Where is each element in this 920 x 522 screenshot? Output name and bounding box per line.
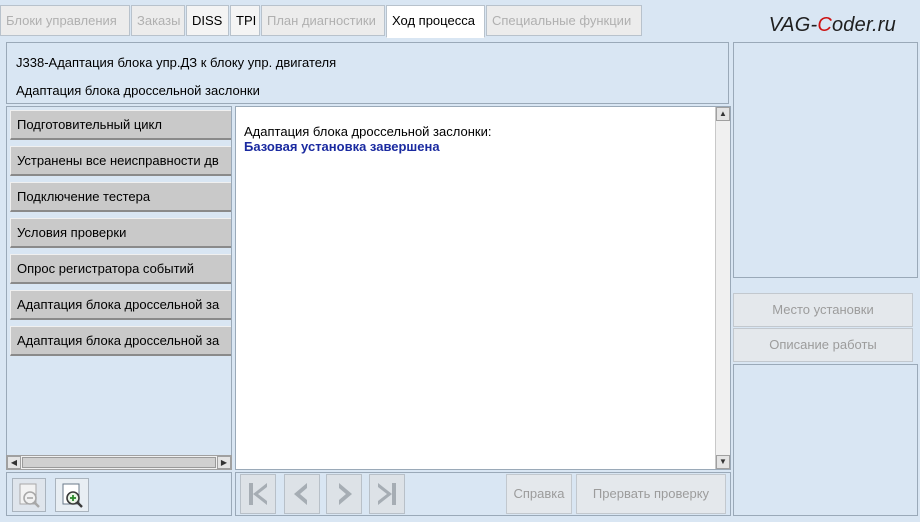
procedure-title: J338-Адаптация блока упр.ДЗ к блоку упр.…	[16, 55, 337, 70]
step-item[interactable]: Опрос регистратора событий	[10, 254, 231, 284]
step-item[interactable]: Подготовительный цикл	[10, 110, 231, 140]
step-item[interactable]: Условия проверки	[10, 218, 231, 248]
tab-diagnostic-plan[interactable]: План диагностики	[261, 5, 385, 36]
last-page-icon	[378, 483, 396, 505]
tab-orders[interactable]: Заказы	[131, 5, 185, 36]
steps-horizontal-scrollbar[interactable]: ◀ ▶	[6, 455, 232, 470]
step-item[interactable]: Устранены все неисправности дв	[10, 146, 231, 176]
navigation-toolbar: Справка Прервать проверку	[235, 472, 731, 516]
content-status: Базовая установка завершена	[244, 139, 440, 154]
zoom-out-button[interactable]	[12, 478, 46, 512]
tab-control-units[interactable]: Блоки управления	[0, 5, 130, 36]
previous-step-button[interactable]	[284, 474, 320, 514]
next-step-button[interactable]	[326, 474, 362, 514]
tab-special-functions[interactable]: Специальные функции	[486, 5, 642, 36]
first-page-icon	[249, 483, 267, 505]
description-button[interactable]: Описание работы	[733, 328, 913, 362]
scroll-left-icon[interactable]: ◀	[7, 456, 21, 469]
step-item[interactable]: Адаптация блока дроссельной за	[10, 326, 231, 356]
tab-diss[interactable]: DISS	[186, 5, 229, 36]
zoom-in-icon	[62, 483, 83, 508]
step-item[interactable]: Подключение тестера	[10, 182, 231, 212]
steps-list: Подготовительный цикл Устранены все неис…	[6, 106, 232, 470]
zoom-in-button[interactable]	[55, 478, 89, 512]
right-info-panel	[733, 42, 918, 278]
tab-bar: Блоки управления Заказы DISS TPI План ди…	[0, 0, 920, 40]
help-button[interactable]: Справка	[506, 474, 572, 514]
scroll-thumb[interactable]	[22, 457, 216, 468]
content-vertical-scrollbar[interactable]: ▲ ▼	[715, 107, 730, 469]
procedure-header: J338-Адаптация блока упр.ДЗ к блоку упр.…	[6, 42, 729, 104]
step-item[interactable]: Адаптация блока дроссельной за	[10, 290, 231, 320]
scroll-up-icon[interactable]: ▲	[716, 107, 730, 121]
abort-test-button[interactable]: Прервать проверку	[576, 474, 726, 514]
tab-process[interactable]: Ход процесса	[386, 5, 485, 38]
scroll-down-icon[interactable]: ▼	[716, 455, 730, 469]
previous-icon	[294, 483, 307, 505]
zoom-toolbar	[6, 472, 232, 516]
zoom-out-icon	[19, 483, 40, 508]
tab-tpi[interactable]: TPI	[230, 5, 260, 36]
procedure-subtitle: Адаптация блока дроссельной заслонки	[16, 83, 260, 98]
content-message: Адаптация блока дроссельной заслонки:	[244, 124, 492, 139]
content-panel: Адаптация блока дроссельной заслонки: Ба…	[235, 106, 731, 470]
next-icon	[339, 483, 352, 505]
first-step-button[interactable]	[240, 474, 276, 514]
scroll-right-icon[interactable]: ▶	[217, 456, 231, 469]
watermark-logo: VAG-Coder.ru	[768, 14, 896, 36]
last-step-button[interactable]	[369, 474, 405, 514]
location-button[interactable]: Место установки	[733, 293, 913, 327]
right-bottom-panel	[733, 364, 918, 516]
